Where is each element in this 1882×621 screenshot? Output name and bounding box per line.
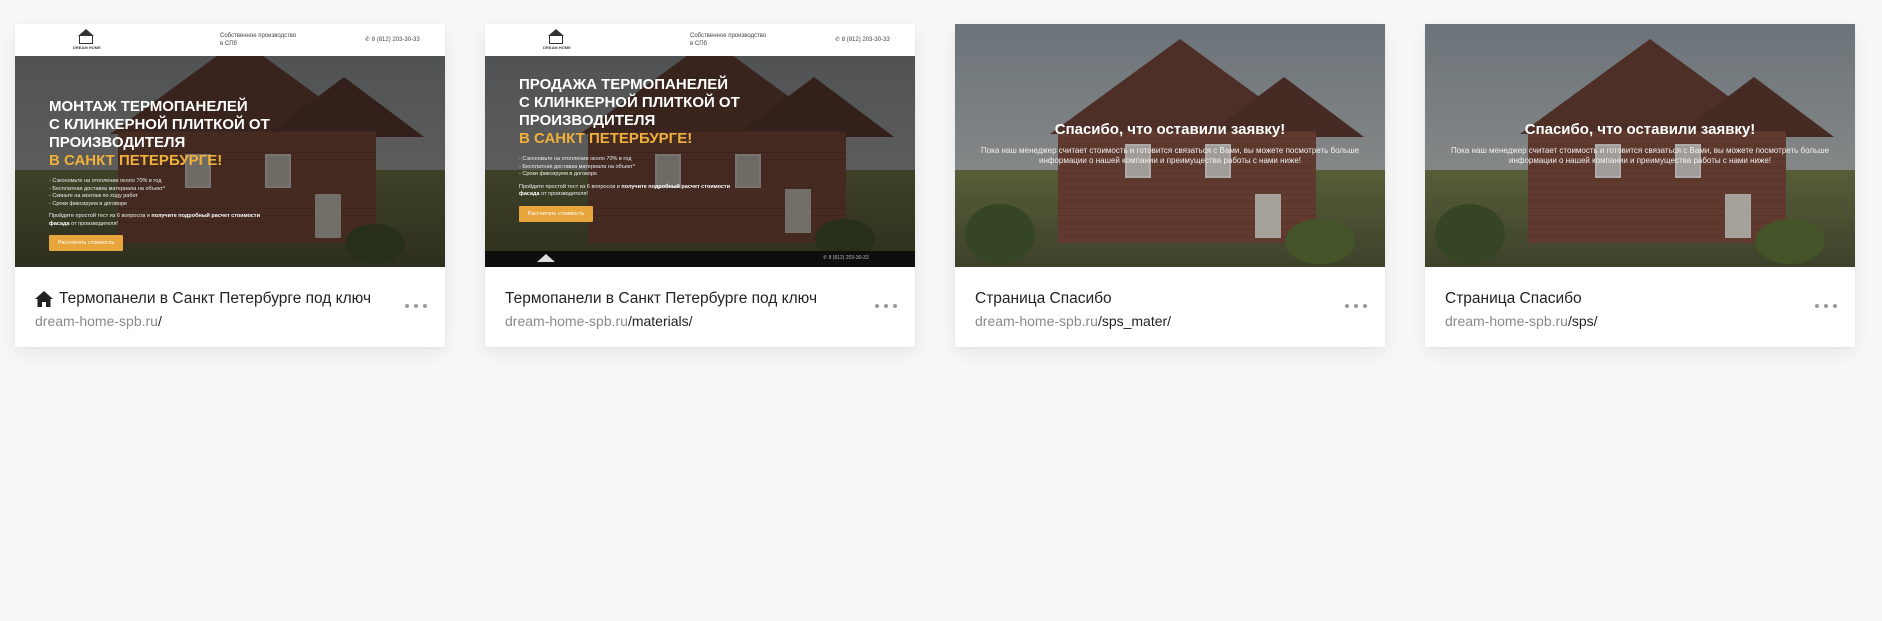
preview-calc-button: Рассчитать стоимость <box>519 205 593 222</box>
page-preview[interactable]: Спасибо, что оставили заявку! Пока наш м… <box>1425 24 1855 267</box>
preview-phone: ✆ 8 (812) 203-30-33 <box>365 37 420 43</box>
page-meta: Страница Спасибо dream-home-spb.ru/sps/ <box>1425 267 1855 347</box>
logo: DREAM HOME <box>73 29 101 51</box>
preview-tagline: Собственное производство в СПб <box>220 33 297 47</box>
page-card-sps[interactable]: Спасибо, что оставили заявку! Пока наш м… <box>1425 24 1855 347</box>
page-title: Термопанели в Санкт Петербурге под ключ <box>35 290 371 308</box>
more-options-icon[interactable] <box>875 299 897 313</box>
thanks-heading: Спасибо, что оставили заявку! <box>1524 121 1756 138</box>
page-url[interactable]: dream-home-spb.ru/sps/ <box>1445 313 1598 329</box>
page-url[interactable]: dream-home-spb.ru/sps_mater/ <box>975 313 1171 329</box>
page-url[interactable]: dream-home-spb.ru/materials/ <box>505 313 693 329</box>
page-card-materials[interactable]: DREAM HOME Собственное производство в СП… <box>485 24 915 347</box>
thanks-message: Спасибо, что оставили заявку! Пока наш м… <box>1425 121 1855 166</box>
page-preview[interactable]: DREAM HOME Собственное производство в СП… <box>15 24 445 267</box>
preview-phone: ✆ 8 (812) 203-30-33 <box>835 37 890 43</box>
preview-title: ПРОДАЖА ТЕРМОПАНЕЛЕЙ С КЛИНКЕРНОЙ ПЛИТКО… <box>519 76 740 147</box>
preview-bullets: - Сэкономьте на отоплении около 70% в го… <box>519 156 636 177</box>
preview-calc-button: Рассчитать стоимость <box>49 235 123 251</box>
footer-phone: ✆ 8 (812) 203-30-33 <box>823 255 869 261</box>
preview-cta-text: Пройдите простой тест из 6 вопросов и по… <box>519 183 731 198</box>
page-meta: Термопанели в Санкт Петербурге под ключ … <box>15 267 445 347</box>
preview-cta-text: Пройдите простой тест из 6 вопросов и по… <box>49 213 261 227</box>
preview-footer: ✆ 8 (812) 203-30-33 <box>485 251 915 267</box>
page-meta: Страница Спасибо dream-home-spb.ru/sps_m… <box>955 267 1385 347</box>
logo: DREAM HOME <box>543 29 571 51</box>
pages-grid: DREAM HOME Собственное производство в СП… <box>0 0 1882 621</box>
preview-hero: ПРОДАЖА ТЕРМОПАНЕЛЕЙ С КЛИНКЕРНОЙ ПЛИТКО… <box>519 76 779 222</box>
home-icon <box>35 291 53 307</box>
thanks-text: Пока наш менеджер считает стоимость и го… <box>1450 146 1830 165</box>
preview-bullets: - Сэкономьте на отоплении около 70% в го… <box>49 178 166 207</box>
preview-title: МОНТАЖ ТЕРМОПАНЕЛЕЙ С КЛИНКЕРНОЙ ПЛИТКОЙ… <box>49 98 270 169</box>
page-preview[interactable]: Спасибо, что оставили заявку! Пока наш м… <box>955 24 1385 267</box>
more-options-icon[interactable] <box>405 299 427 313</box>
preview-tagline: Собственное производство в СПб <box>690 33 767 47</box>
more-options-icon[interactable] <box>1815 299 1837 313</box>
page-preview[interactable]: DREAM HOME Собственное производство в СП… <box>485 24 915 267</box>
page-title: Термопанели в Санкт Петербурге под ключ <box>505 290 818 307</box>
thanks-text: Пока наш менеджер считает стоимость и го… <box>980 146 1360 165</box>
thanks-heading: Спасибо, что оставили заявку! <box>1054 121 1286 138</box>
page-title: Страница Спасибо <box>975 290 1112 307</box>
thanks-message: Спасибо, что оставили заявку! Пока наш м… <box>955 121 1385 166</box>
footer-logo-icon <box>537 254 555 262</box>
page-meta: Термопанели в Санкт Петербурге под ключ … <box>485 267 915 347</box>
page-card-home[interactable]: DREAM HOME Собственное производство в СП… <box>15 24 445 347</box>
preview-hero: МОНТАЖ ТЕРМОПАНЕЛЕЙ С КЛИНКЕРНОЙ ПЛИТКОЙ… <box>49 98 309 251</box>
preview-header: DREAM HOME Собственное производство в СП… <box>485 24 915 56</box>
more-options-icon[interactable] <box>1345 299 1367 313</box>
page-url[interactable]: dream-home-spb.ru/ <box>35 313 162 329</box>
preview-header: DREAM HOME Собственное производство в СП… <box>15 24 445 56</box>
page-title: Страница Спасибо <box>1445 290 1582 307</box>
page-card-sps-mater[interactable]: Спасибо, что оставили заявку! Пока наш м… <box>955 24 1385 347</box>
